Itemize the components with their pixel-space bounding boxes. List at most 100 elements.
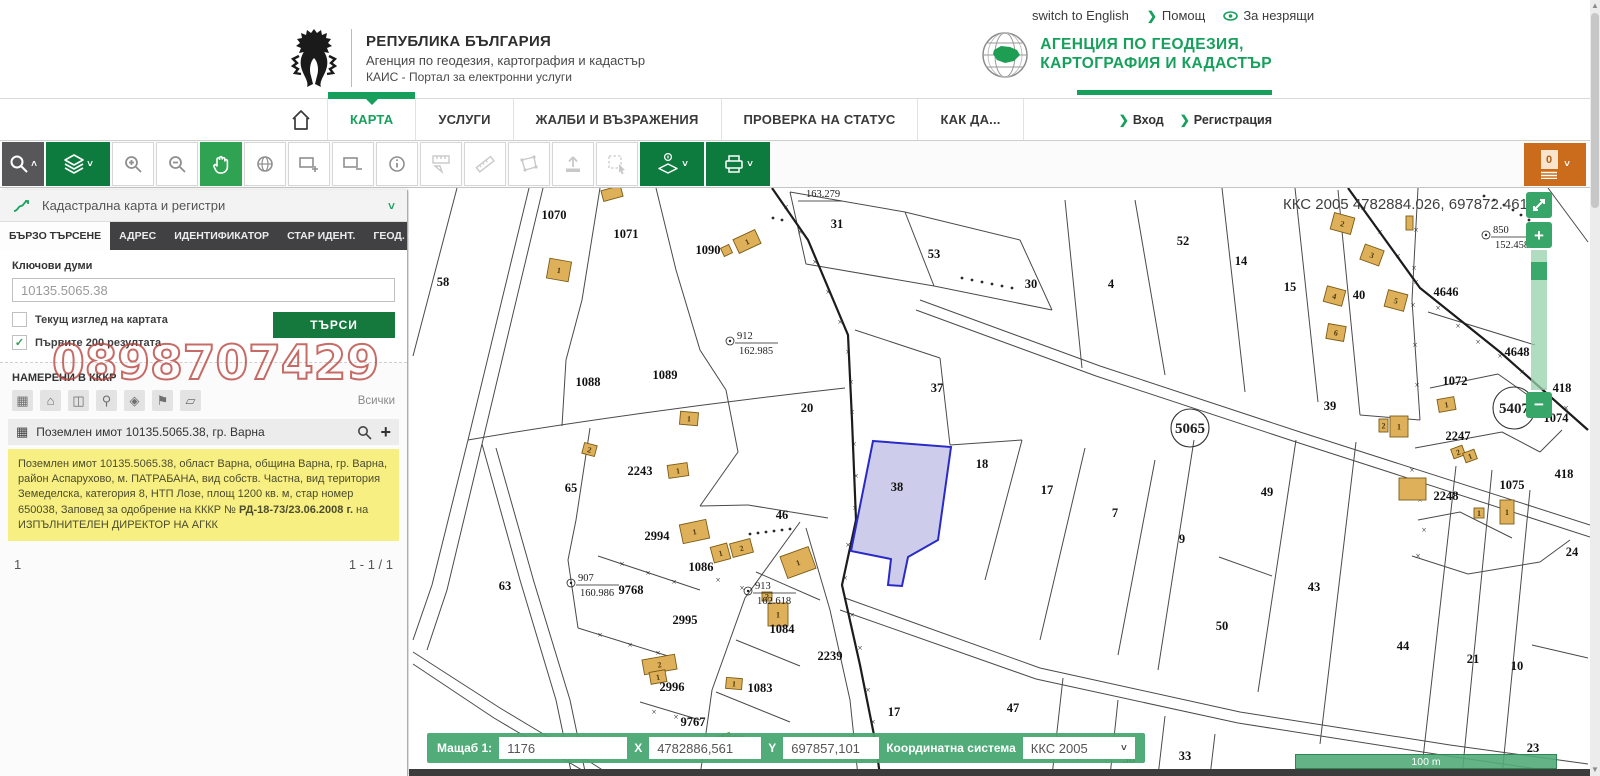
- zoom-slider-handle[interactable]: [1531, 262, 1547, 280]
- x-coordinate-input[interactable]: [649, 737, 761, 759]
- y-coordinate-input[interactable]: [783, 737, 879, 759]
- svg-text:163.279: 163.279: [806, 189, 840, 200]
- building: [1406, 216, 1413, 230]
- sidebar-tab-2[interactable]: ИДЕНТИФИКАТОР: [165, 222, 278, 250]
- tick-mark: ×: [1519, 367, 1524, 377]
- home-icon[interactable]: ⌂: [40, 390, 61, 411]
- zoom-in-button[interactable]: [112, 142, 154, 186]
- select-box-button[interactable]: [596, 142, 638, 186]
- svg-text:1: 1: [1505, 508, 1509, 517]
- measure-distance-button[interactable]: [464, 142, 506, 186]
- nav-tab-0[interactable]: КАРТА: [327, 99, 415, 140]
- search-tool-button[interactable]: ˄: [2, 142, 44, 186]
- svg-text:5407: 5407: [1499, 401, 1530, 417]
- parcel-label: 2243: [628, 464, 653, 478]
- first-200-checkbox[interactable]: ✓ Първите 200 резултата: [12, 335, 168, 350]
- switch-language-link[interactable]: switch to English: [1032, 8, 1129, 23]
- zoom-slider[interactable]: [1531, 250, 1547, 390]
- boundary-dot: [772, 217, 775, 220]
- page-scrollbar[interactable]: ▲ ▼: [1590, 0, 1600, 776]
- tick-mark: ×: [797, 227, 802, 237]
- zoom-window-in-button[interactable]: [288, 142, 330, 186]
- parcel-label: 1089: [653, 368, 678, 382]
- tick-mark: ×: [1413, 277, 1418, 287]
- result-title: Поземлен имот 10135.5065.38, гр. Варна: [36, 425, 349, 439]
- selected-parcel-polygon[interactable]: [851, 441, 951, 586]
- building: 1: [780, 547, 816, 579]
- zoom-out-map-button[interactable]: −: [1526, 392, 1552, 418]
- crs-select[interactable]: ККС 2005˅: [1023, 737, 1135, 759]
- svg-text:1: 1: [776, 611, 780, 620]
- tick-mark: ×: [1413, 225, 1418, 235]
- upload-button[interactable]: [552, 142, 594, 186]
- sidebar-tab-3[interactable]: СТАР ИДЕНТ.: [278, 222, 364, 250]
- scroll-up-arrow[interactable]: ▲: [1590, 0, 1600, 12]
- polygon-icon[interactable]: ▱: [180, 390, 201, 411]
- search-button[interactable]: ТЪРСИ: [273, 312, 395, 338]
- svg-text:2: 2: [1382, 422, 1386, 431]
- sidebar-tab-1[interactable]: АДРЕС: [110, 222, 165, 250]
- pin-icon[interactable]: ⚲: [96, 390, 117, 411]
- layers-info-button[interactable]: ˅: [640, 142, 704, 186]
- select-box-icon: [606, 153, 628, 175]
- zoom-out-button[interactable]: [156, 142, 198, 186]
- sidebar-tab-0[interactable]: БЪРЗО ТЪРСЕНЕ: [0, 222, 110, 250]
- scale-input[interactable]: [499, 737, 627, 759]
- page-number[interactable]: 1: [14, 557, 21, 572]
- tick-mark: ×: [627, 640, 632, 650]
- zoom-window-in-icon: [298, 154, 320, 174]
- parcel-label: 9768: [619, 583, 644, 597]
- cart-button[interactable]: 0 ˅: [1524, 143, 1586, 186]
- nav-tab-2[interactable]: ЖАЛБИ И ВЪЗРАЖЕНИЯ: [513, 99, 721, 140]
- map-canvas[interactable]: ××××××××××××××××××××××××××××××××××××××××…: [409, 188, 1590, 776]
- current-view-checkbox[interactable]: Текущ изглед на картата: [12, 312, 168, 327]
- info-tool-button[interactable]: [376, 142, 418, 186]
- tick-mark: ×: [673, 712, 678, 722]
- nav-tab-1[interactable]: УСЛУГИ: [415, 99, 512, 140]
- building: 2: [1379, 419, 1388, 432]
- svg-text:1: 1: [732, 679, 737, 688]
- zoom-window-out-button[interactable]: [332, 142, 374, 186]
- building: 1: [1474, 508, 1484, 518]
- boundary-dot: [765, 531, 768, 534]
- divider: [351, 29, 352, 87]
- checkbox-checked: ✓: [12, 335, 27, 350]
- print-button[interactable]: ˅: [706, 142, 770, 186]
- add-to-cart-icon[interactable]: +: [380, 423, 391, 441]
- scrollbar-thumb[interactable]: [1591, 13, 1599, 208]
- keywords-input[interactable]: [12, 278, 395, 302]
- login-link[interactable]: ❯Вход: [1119, 113, 1164, 127]
- layers-icon[interactable]: ◈: [124, 390, 145, 411]
- flag-icon[interactable]: ⚑: [152, 390, 173, 411]
- building: [1399, 478, 1426, 500]
- globe-button[interactable]: [244, 142, 286, 186]
- result-row[interactable]: ▦ Поземлен имот 10135.5065.38, гр. Варна…: [8, 419, 399, 445]
- layers-icon: [63, 153, 85, 175]
- measure-area-button[interactable]: [420, 142, 462, 186]
- grid-icon[interactable]: ▦: [12, 390, 33, 411]
- parcel-label: 1083: [748, 681, 773, 695]
- register-link[interactable]: ❯Регистрация: [1180, 113, 1272, 127]
- building-icon[interactable]: ◫: [68, 390, 89, 411]
- zoom-to-result-icon[interactable]: [357, 425, 372, 440]
- layers-tool-button[interactable]: ˅: [46, 142, 110, 186]
- scroll-down-arrow[interactable]: ▼: [1590, 764, 1600, 776]
- measure-polygon-button[interactable]: [508, 142, 550, 186]
- nav-tab-4[interactable]: КАК ДА...: [917, 99, 1023, 140]
- svg-text:162.985: 162.985: [739, 346, 773, 357]
- filter-all-link[interactable]: Всички: [358, 395, 395, 407]
- layer-select-dropdown[interactable]: Кадастрална карта и регистри ˅: [0, 190, 407, 222]
- zoom-in-map-button[interactable]: +: [1526, 222, 1552, 248]
- building: [601, 188, 623, 201]
- nav-tab-3[interactable]: ПРОВЕРКА НА СТАТУС: [721, 99, 918, 140]
- parcel-label: 65: [565, 481, 578, 495]
- home-button[interactable]: [287, 99, 327, 140]
- help-link[interactable]: ❯Помощ: [1147, 8, 1206, 23]
- parcel-label: 39: [1324, 399, 1337, 413]
- fullscreen-button[interactable]: [1526, 192, 1552, 218]
- pan-tool-button[interactable]: [200, 142, 242, 186]
- parcel-label: 20: [801, 401, 814, 415]
- green-underline: [1077, 90, 1272, 95]
- accessibility-link[interactable]: За незрящи: [1223, 8, 1314, 23]
- parcel-label: 40: [1353, 288, 1366, 302]
